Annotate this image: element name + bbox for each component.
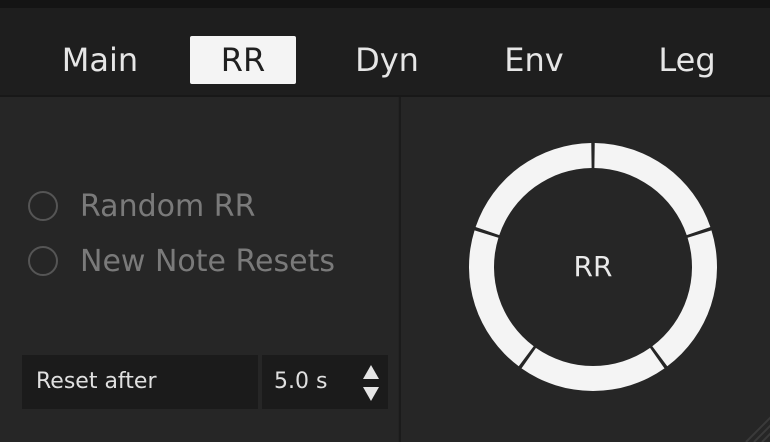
- rr-display-panel: RR: [399, 97, 770, 442]
- tab-leg[interactable]: Leg: [632, 36, 742, 84]
- new-note-resets-option[interactable]: New Note Resets: [28, 241, 335, 281]
- random-rr-radio[interactable]: [28, 191, 58, 221]
- random-rr-option[interactable]: Random RR: [28, 186, 255, 226]
- stepper-icon[interactable]: [360, 363, 382, 403]
- resize-grip-icon[interactable]: [732, 402, 770, 442]
- tab-dyn[interactable]: Dyn: [332, 36, 442, 84]
- options-panel: Random RR New Note Resets Reset after 5.…: [0, 97, 398, 442]
- reset-after-label: Reset after: [22, 355, 258, 409]
- new-note-resets-radio[interactable]: [28, 246, 58, 276]
- tab-env[interactable]: Env: [484, 36, 584, 84]
- new-note-resets-label: New Note Resets: [80, 243, 335, 279]
- random-rr-label: Random RR: [80, 188, 256, 224]
- decrement-arrow-icon[interactable]: [363, 387, 379, 401]
- increment-arrow-icon[interactable]: [363, 365, 379, 379]
- tab-main[interactable]: Main: [40, 36, 160, 84]
- rr-ring-label: RR: [573, 250, 613, 283]
- tab-bar: Main RR Dyn Env Leg: [0, 8, 770, 97]
- rr-ring: RR: [467, 141, 719, 393]
- tab-rr[interactable]: RR: [190, 36, 296, 84]
